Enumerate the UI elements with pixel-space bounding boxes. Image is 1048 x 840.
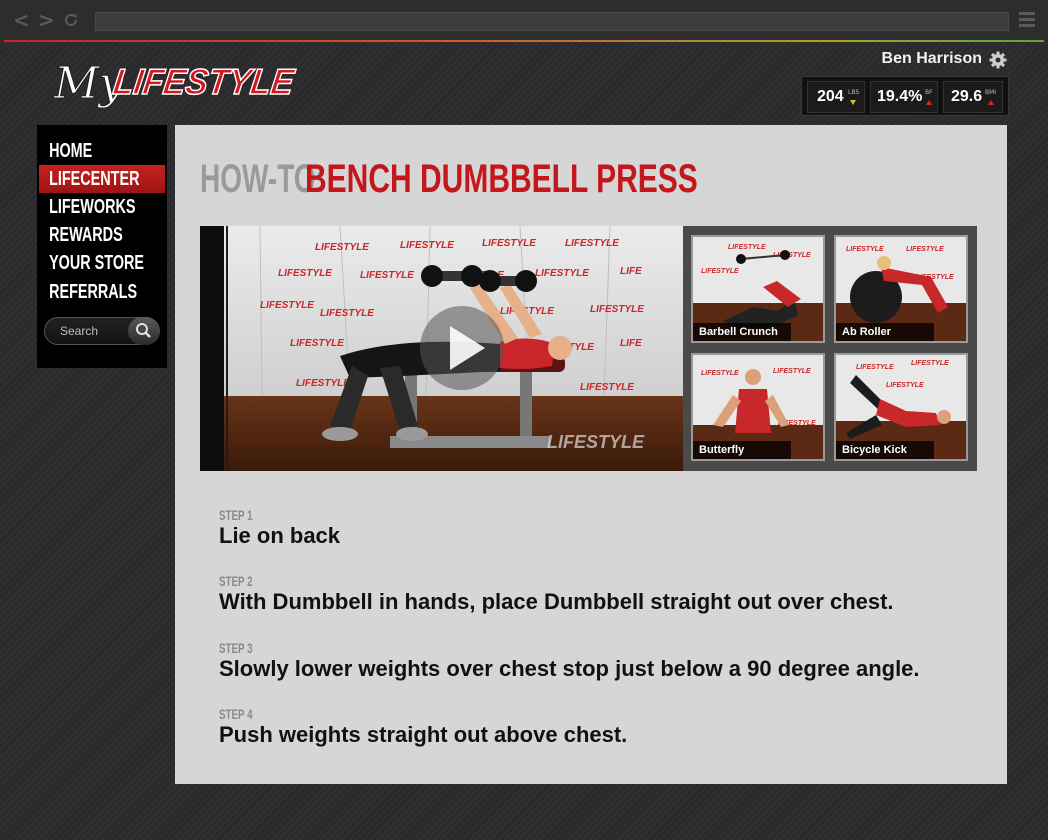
step-2: STEP 2 With Dumbbell in hands, place Dum… [219, 573, 894, 615]
thumbnail-caption: Ab Roller [836, 323, 934, 341]
svg-text:LIFESTYLE: LIFESTYLE [290, 338, 344, 349]
trend-up-icon [926, 100, 932, 105]
step-label: STEP 2 [219, 573, 253, 589]
svg-text:LIFESTYLE: LIFESTYLE [773, 368, 811, 375]
forward-icon[interactable]: > [38, 10, 55, 30]
svg-text:LIFE: LIFE [620, 338, 642, 349]
thumbnail-caption: Bicycle Kick [836, 441, 934, 459]
nav-item-lifeworks[interactable]: LIFEWORKS [39, 193, 165, 221]
step-text: Push weights straight out above chest. [219, 722, 628, 747]
svg-text:LIFESTYLE: LIFESTYLE [296, 378, 350, 389]
step-1: STEP 1 Lie on back [219, 507, 340, 549]
thumbnail-ab-roller[interactable]: LIFESTYLE LIFESTYLE LIFESTYLE Ab Roller [834, 235, 968, 343]
svg-text:LIFESTYLE: LIFESTYLE [111, 61, 298, 102]
nav-item-referrals[interactable]: REFERRALS [39, 278, 165, 306]
svg-text:LIFESTYLE: LIFESTYLE [565, 238, 619, 249]
weight-value: 204 [817, 88, 844, 105]
svg-text:LIFESTYLE: LIFESTYLE [590, 304, 644, 315]
browser-toolbar: < > [0, 0, 1048, 40]
user-menu[interactable]: Ben Harrison [860, 50, 1010, 70]
bodyfat-stat: 19.4% BF [870, 81, 938, 113]
user-name[interactable]: Ben Harrison [882, 50, 982, 68]
thumbnail-barbell-crunch[interactable]: LIFESTYLE LIFESTYLE LIFESTYLE Barbell Crun… [691, 235, 825, 343]
search-icon [136, 323, 151, 338]
thumbnail-bicycle-kick[interactable]: LIFESTYLE LIFESTYLE LIFESTYLE Bicycle Kick [834, 353, 968, 461]
trend-down-icon [850, 100, 856, 105]
svg-text:LIFESTYLE: LIFESTYLE [535, 268, 589, 279]
svg-text:LIFESTYLE: LIFESTYLE [906, 246, 944, 253]
step-label: STEP 3 [219, 640, 253, 656]
nav-item-lifecenter[interactable]: LIFECENTER [39, 165, 165, 193]
nav-item-home[interactable]: HOME [39, 137, 165, 165]
body-stats: 204 LBS 19.4% BF 29.6 BMI [801, 76, 1009, 116]
step-4: STEP 4 Push weights straight out above c… [219, 706, 627, 748]
page-title: HOW-TO: BENCH DUMBBELL PRESS [200, 157, 698, 202]
title-exercise: BENCH DUMBBELL PRESS [305, 157, 698, 201]
svg-text:LIFESTYLE: LIFESTYLE [886, 382, 924, 389]
svg-text:LIFESTYLE: LIFESTYLE [701, 268, 739, 275]
step-label: STEP 4 [219, 706, 253, 722]
bodyfat-value: 19.4% [877, 88, 923, 105]
main-content: HOW-TO: BENCH DUMBBELL PRESS LIFESTYLE LI… [175, 125, 1007, 784]
media-panel: LIFESTYLE LIFESTYLE LIFESTYLE LIFESTYLE LIF… [200, 226, 977, 471]
svg-text:LIFESTYLE: LIFESTYLE [320, 308, 374, 319]
bodyfat-unit: BF [925, 89, 933, 96]
trend-up-icon [988, 100, 994, 105]
weight-stat: 204 LBS [807, 81, 865, 113]
search-input[interactable]: Search [60, 324, 98, 338]
svg-text:LIFESTYLE: LIFESTYLE [846, 246, 884, 253]
svg-text:LIFESTYLE: LIFESTYLE [482, 238, 536, 249]
video-player[interactable]: LIFESTYLE LIFESTYLE LIFESTYLE LIFESTYLE LIF… [200, 226, 683, 471]
bmi-stat: 29.6 BMI [943, 81, 1003, 113]
thumbnail-butterfly[interactable]: LIFESTYLE LIFESTYLE LIFESTYLE Butterfly [691, 353, 825, 461]
step-text: Slowly lower weights over chest stop jus… [219, 656, 920, 681]
svg-text:LIFESTYLE: LIFESTYLE [728, 244, 766, 251]
back-icon[interactable]: < [13, 10, 30, 30]
svg-text:LIFESTYLE: LIFESTYLE [911, 360, 949, 367]
step-text: Lie on back [219, 523, 341, 548]
address-bar[interactable] [95, 12, 1009, 31]
thumbnail-caption: Barbell Crunch [693, 323, 791, 341]
gear-icon[interactable] [989, 51, 1007, 69]
weight-unit: LBS [848, 89, 860, 96]
step-label: STEP 1 [219, 507, 253, 523]
thumbnail-caption: Butterfly [693, 441, 791, 459]
svg-text:LIFESTYLE: LIFESTYLE [856, 364, 894, 371]
bmi-unit: BMI [985, 89, 997, 96]
svg-text:LIFESTYLE: LIFESTYLE [260, 300, 314, 311]
step-3: STEP 3 Slowly lower weights over chest s… [219, 640, 920, 682]
video-watermark: LIFESTYLE [547, 432, 645, 452]
search-box[interactable]: Search [44, 317, 160, 345]
nav-item-your-store[interactable]: YOUR STORE [39, 249, 165, 277]
svg-text:LIFESTYLE: LIFESTYLE [278, 268, 332, 279]
search-button[interactable] [128, 317, 160, 345]
svg-text:LIFESTYLE: LIFESTYLE [701, 370, 739, 377]
brand-logo[interactable]: My LIFESTYLE [52, 50, 302, 122]
video-frame: LIFESTYLE LIFESTYLE LIFESTYLE LIFESTYLE LIF… [200, 226, 683, 471]
svg-text:LIFESTYLE: LIFESTYLE [360, 270, 414, 281]
menu-icon[interactable] [1019, 12, 1035, 28]
svg-text:LIFESTYLE: LIFESTYLE [315, 242, 369, 253]
nav-item-rewards[interactable]: REWARDS [39, 221, 165, 249]
reload-icon[interactable] [63, 12, 79, 28]
svg-text:LIFESTYLE: LIFESTYLE [400, 240, 454, 251]
bmi-value: 29.6 [951, 88, 983, 105]
svg-text:LIFESTYLE: LIFESTYLE [580, 382, 634, 393]
svg-text:LIFE: LIFE [620, 266, 642, 277]
step-text: With Dumbbell in hands, place Dumbbell s… [219, 589, 894, 614]
